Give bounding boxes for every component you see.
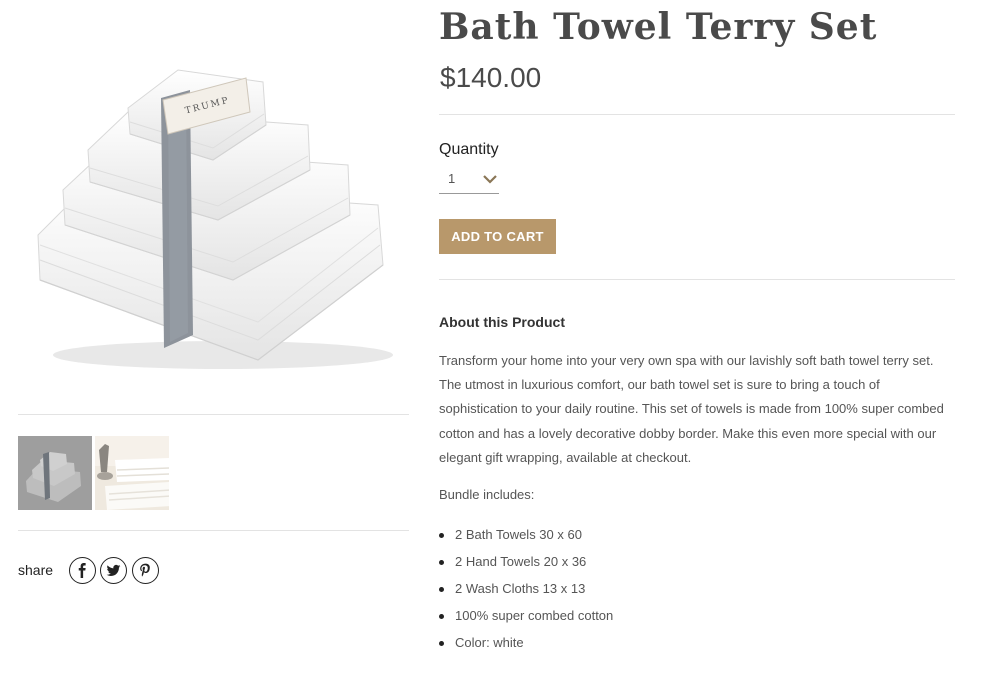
chevron-down-icon (483, 175, 497, 184)
main-product-image[interactable]: TRUMP (18, 30, 409, 390)
list-item: 2 Wash Cloths 13 x 13 (439, 577, 613, 604)
share-label: share (18, 562, 54, 578)
add-to-cart-button[interactable]: ADD TO CART (439, 219, 556, 254)
list-item: Color: white (439, 631, 613, 658)
quantity-label: Quantity (439, 141, 499, 158)
product-description: Transform your home into your very own s… (439, 353, 944, 465)
list-item: 2 Bath Towels 30 x 60 (439, 523, 613, 550)
list-item: 2 Hand Towels 20 x 36 (439, 550, 613, 577)
gallery-divider-bottom (18, 530, 409, 531)
list-item: 100% super combed cotton (439, 604, 613, 631)
thumbnail-towel-lifestyle[interactable] (95, 436, 169, 510)
quantity-select[interactable]: 1 (439, 168, 499, 194)
cart-divider (439, 279, 955, 280)
facebook-icon[interactable] (69, 557, 96, 584)
price-divider (439, 114, 955, 115)
product-title: Bath Towel Terry Set (439, 6, 878, 48)
bundle-label: Bundle includes: (439, 487, 535, 502)
quantity-value: 1 (448, 171, 456, 186)
product-price: $140.00 (440, 62, 542, 93)
thumbnail-towel-set[interactable] (18, 436, 92, 510)
twitter-icon[interactable] (100, 557, 127, 584)
gallery-divider-top (18, 414, 409, 415)
about-product-heading: About this Product (439, 314, 565, 330)
bundle-list: 2 Bath Towels 30 x 60 2 Hand Towels 20 x… (439, 523, 613, 658)
pinterest-icon[interactable] (132, 557, 159, 584)
